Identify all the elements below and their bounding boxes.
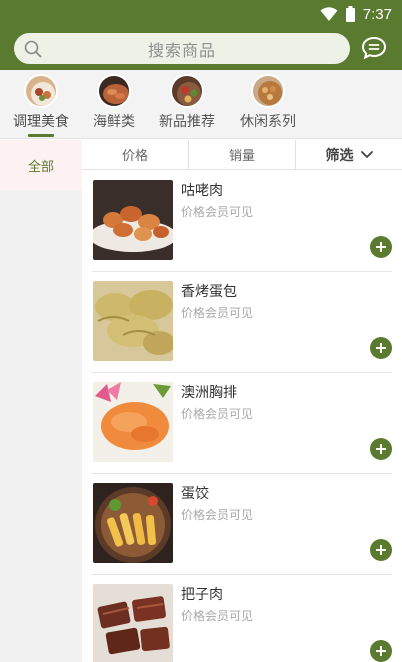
category-label: 海鲜类 [93,114,135,130]
plus-icon [376,545,386,555]
food-plate-icon [24,74,58,108]
product-image [93,382,173,462]
tab-category-1[interactable]: 海鲜类 [86,74,142,136]
message-icon[interactable] [361,36,387,60]
product-name: 把子肉 [181,587,223,603]
product-image [93,281,173,361]
wifi-icon [320,7,338,21]
snack-plate-icon [251,74,285,108]
add-to-cart-button[interactable] [370,640,392,662]
tab-category-3[interactable]: 休闲系列 [238,74,298,136]
product-list: 咕咾肉 价格会员可见 香烤蛋包 价格会员可见 澳洲胸排 价格会员可见 蛋饺 价格… [82,171,402,662]
seafood-plate-icon [97,74,131,108]
product-image [93,483,173,563]
status-time: 7:37 [362,5,392,23]
plus-icon [376,444,386,454]
add-to-cart-button[interactable] [370,539,392,561]
sort-by-price-button[interactable]: 价格 [82,140,189,169]
status-bar: 7:37 [320,4,392,24]
product-price: 价格会员可见 [181,205,254,219]
product-row[interactable]: 蛋饺 价格会员可见 [92,474,392,575]
product-price: 价格会员可见 [181,306,254,320]
app-header: 7:37 搜索商品 [0,0,402,70]
add-to-cart-button[interactable] [370,438,392,460]
search-icon [24,40,42,58]
tab-category-0[interactable]: 调理美食 [10,74,72,137]
plus-icon [376,343,386,353]
category-label: 休闲系列 [240,114,296,130]
filter-button[interactable]: 筛选 [296,140,402,169]
plus-icon [376,242,386,252]
product-row[interactable]: 澳洲胸排 价格会员可见 [92,373,392,474]
chevron-down-icon [360,150,373,158]
category-tabs: 调理美食 海鲜类 新品推荐 休闲系列 [0,70,402,139]
sort-bar: 价格 销量 筛选 [82,140,402,170]
filter-label: 筛选 [325,147,354,164]
category-label: 新品推荐 [159,114,215,130]
new-dish-icon [170,74,204,108]
product-price: 价格会员可见 [181,609,254,623]
product-image [93,584,173,662]
product-row[interactable]: 香烤蛋包 价格会员可见 [92,272,392,373]
add-to-cart-button[interactable] [370,236,392,258]
category-label: 调理美食 [13,114,69,130]
product-name: 澳洲胸排 [181,385,237,401]
product-name: 蛋饺 [181,486,209,502]
side-nav-item-all[interactable]: 全部 [0,140,82,190]
plus-icon [376,646,386,656]
product-name: 咕咾肉 [181,183,223,199]
product-row[interactable]: 咕咾肉 价格会员可见 [92,171,392,272]
search-input[interactable]: 搜索商品 [14,33,350,64]
add-to-cart-button[interactable] [370,337,392,359]
product-row[interactable]: 把子肉 价格会员可见 [92,575,392,662]
product-price: 价格会员可见 [181,508,254,522]
battery-icon [345,6,355,22]
search-placeholder: 搜索商品 [147,40,216,60]
side-nav: 全部 [0,140,82,662]
active-tab-indicator [28,134,54,137]
product-image [93,180,173,260]
product-price: 价格会员可见 [181,407,254,421]
tab-category-2[interactable]: 新品推荐 [158,74,216,136]
sort-by-sales-button[interactable]: 销量 [189,140,296,169]
product-name: 香烤蛋包 [181,284,237,300]
